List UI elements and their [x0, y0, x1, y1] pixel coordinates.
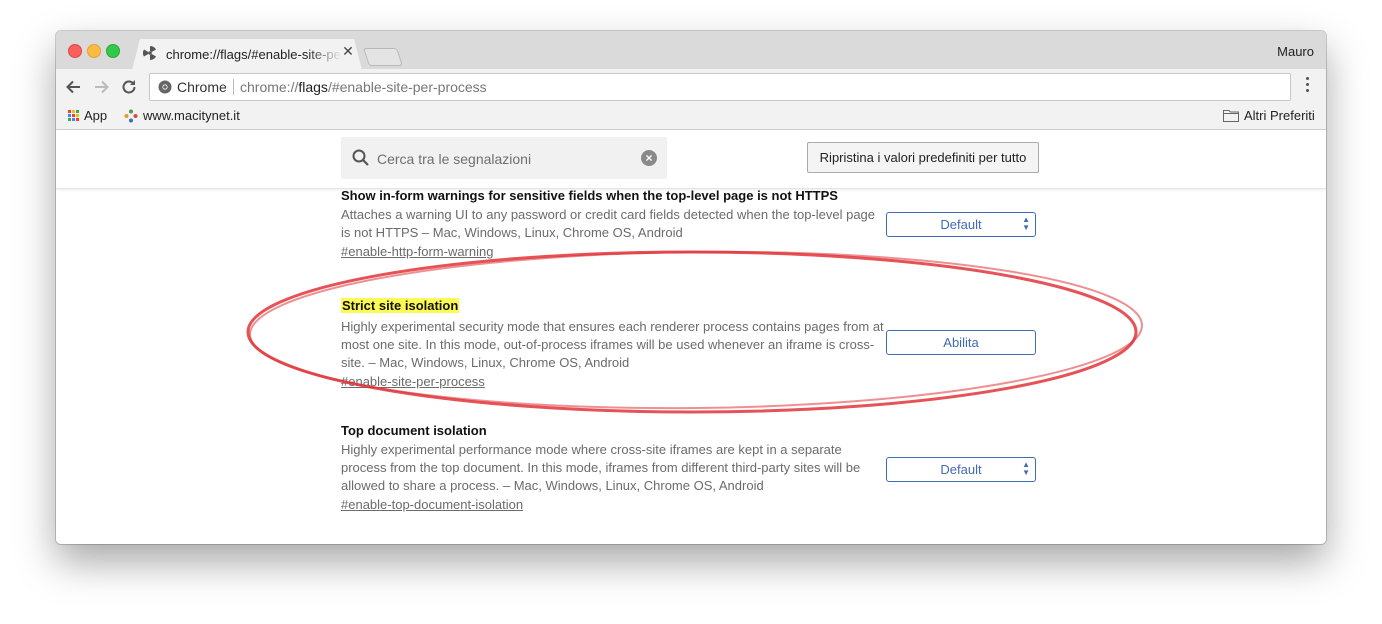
bookmark-site-label: www.macitynet.it	[143, 108, 240, 123]
bookmark-apps-label: App	[84, 108, 108, 123]
folder-icon	[1223, 110, 1239, 122]
apps-grid-icon	[68, 110, 79, 121]
omnibox-chip: Chrome	[177, 79, 227, 95]
more-menu-icon[interactable]	[1299, 77, 1315, 97]
select-arrows-icon: ▲ ▼	[1022, 460, 1030, 477]
experiment-site-per-process: Strict site isolation Highly experimenta…	[341, 297, 886, 391]
experiment-title: Strict site isolation	[341, 298, 460, 313]
url-path: /#enable-site-per-process	[327, 79, 487, 95]
experiment-title: Show in-form warnings for sensitive fiel…	[341, 188, 838, 203]
bookmark-apps[interactable]: App	[68, 108, 107, 123]
url-text[interactable]: chrome://flags/#enable-site-per-process	[240, 79, 487, 95]
url-scheme: chrome://	[240, 79, 299, 95]
window-close-button[interactable]	[68, 44, 82, 58]
address-bar[interactable]: Chrome chrome://flags/#enable-site-per-p…	[149, 73, 1291, 101]
experiment-title: Top document isolation	[341, 423, 487, 438]
select-value: Default	[940, 217, 982, 232]
experiment-description: Highly experimental performance mode whe…	[341, 442, 861, 493]
experiment-select-top-document-isolation[interactable]: Default ▲ ▼	[886, 457, 1036, 482]
bookmarks-bar: App www.macitynet.it Altri Preferiti	[56, 105, 1326, 130]
bookmark-other-folder[interactable]: Altri Preferiti	[1223, 108, 1315, 123]
flags-page: × Ripristina i valori predefiniti per tu…	[56, 130, 1326, 544]
url-host: flags	[298, 79, 328, 95]
experiment-link[interactable]: #enable-http-form-warning	[341, 244, 493, 259]
chrome-icon	[158, 80, 172, 94]
omnibox-separator	[233, 79, 234, 95]
tab-close-icon[interactable]: ✕	[341, 44, 355, 58]
window-minimize-button[interactable]	[87, 44, 101, 58]
tab-strip: chrome://flags/#enable-site-per-process …	[56, 31, 1326, 70]
clear-search-icon[interactable]: ×	[641, 150, 657, 166]
browser-window: chrome://flags/#enable-site-per-process …	[56, 31, 1326, 544]
bookmark-macitynet[interactable]: www.macitynet.it	[124, 108, 240, 123]
search-icon	[352, 149, 369, 166]
experiment-description: Attaches a warning UI to any password or…	[341, 207, 876, 240]
search-box[interactable]: ×	[341, 137, 667, 179]
experiment-link[interactable]: #enable-site-per-process	[341, 374, 485, 389]
back-arrow-icon[interactable]	[64, 77, 84, 97]
flags-header: × Ripristina i valori predefiniti per tu…	[56, 130, 1326, 189]
experiment-http-form-warning: Show in-form warnings for sensitive fiel…	[341, 188, 886, 261]
tab-title: chrome://flags/#enable-site-per-process	[166, 47, 342, 62]
new-tab-button[interactable]	[363, 48, 403, 66]
experiment-select-http-form-warning[interactable]: Default ▲ ▼	[886, 212, 1036, 237]
experiment-link[interactable]: #enable-top-document-isolation	[341, 497, 523, 512]
site-favicon-icon	[124, 109, 138, 122]
select-value: Abilita	[943, 335, 979, 350]
reload-icon[interactable]	[119, 77, 139, 97]
reset-all-button[interactable]: Ripristina i valori predefiniti per tutt…	[807, 142, 1039, 173]
window-maximize-button[interactable]	[106, 44, 120, 58]
experiment-select-site-per-process[interactable]: Abilita	[886, 330, 1036, 355]
select-value: Default	[940, 462, 982, 477]
select-arrows-icon: ▲ ▼	[1022, 215, 1030, 232]
hazard-icon	[143, 46, 157, 60]
experiment-top-document-isolation: Top document isolation Highly experiment…	[341, 423, 886, 514]
forward-arrow-icon[interactable]	[91, 77, 111, 97]
profile-name[interactable]: Mauro	[1277, 44, 1314, 59]
experiment-description: Highly experimental security mode that e…	[341, 319, 884, 370]
bookmark-other-label: Altri Preferiti	[1244, 108, 1315, 123]
search-input[interactable]	[377, 149, 627, 169]
toolbar: Chrome chrome://flags/#enable-site-per-p…	[56, 69, 1326, 105]
